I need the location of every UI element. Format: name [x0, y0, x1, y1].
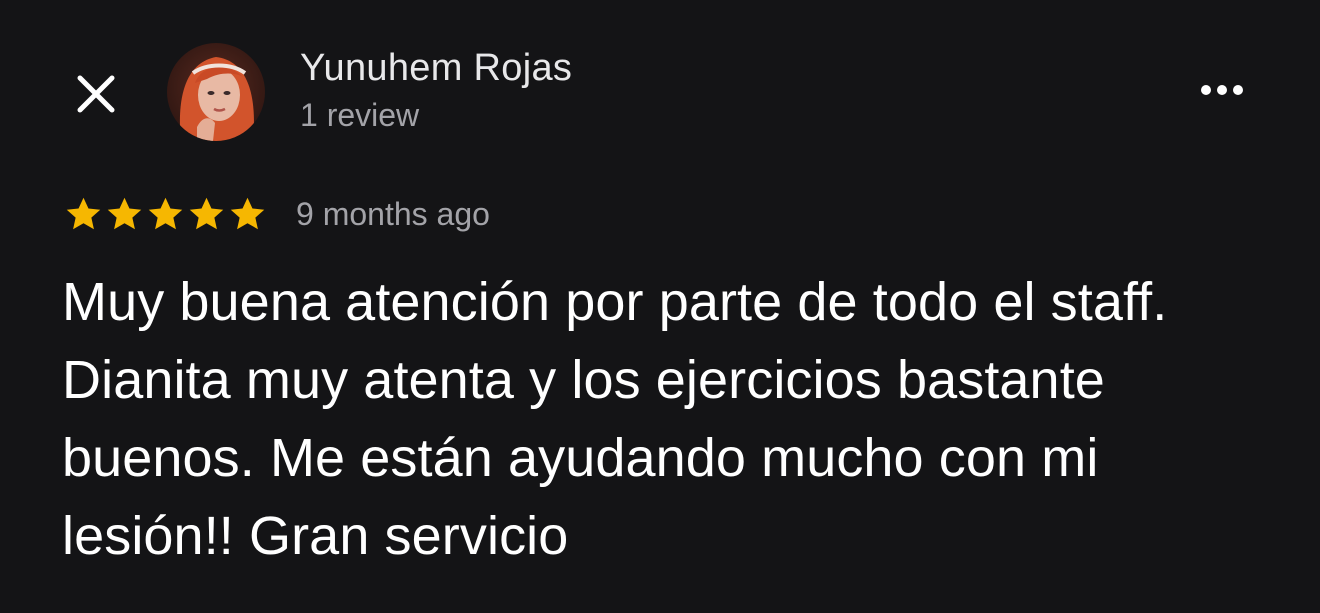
author-name[interactable]: Yunuhem Rojas: [300, 47, 572, 90]
avatar-image: [167, 43, 265, 141]
close-icon: [77, 75, 115, 113]
avatar[interactable]: [167, 43, 265, 141]
more-horizontal-icon: [1201, 85, 1243, 95]
star-icon: [148, 197, 183, 229]
rating-row: 9 months ago: [63, 192, 490, 236]
star-icon: [230, 197, 265, 229]
review-text: Muy buena atención por parte de todo el …: [62, 272, 1168, 566]
star-rating: [63, 194, 268, 235]
close-button[interactable]: [72, 70, 120, 118]
star-icon: [66, 197, 101, 229]
review-date: 9 months ago: [296, 195, 490, 232]
more-options-button[interactable]: [1196, 78, 1252, 102]
review-count: 1 review: [300, 97, 420, 133]
star-icon: [189, 197, 224, 229]
star-icon: [107, 197, 142, 229]
